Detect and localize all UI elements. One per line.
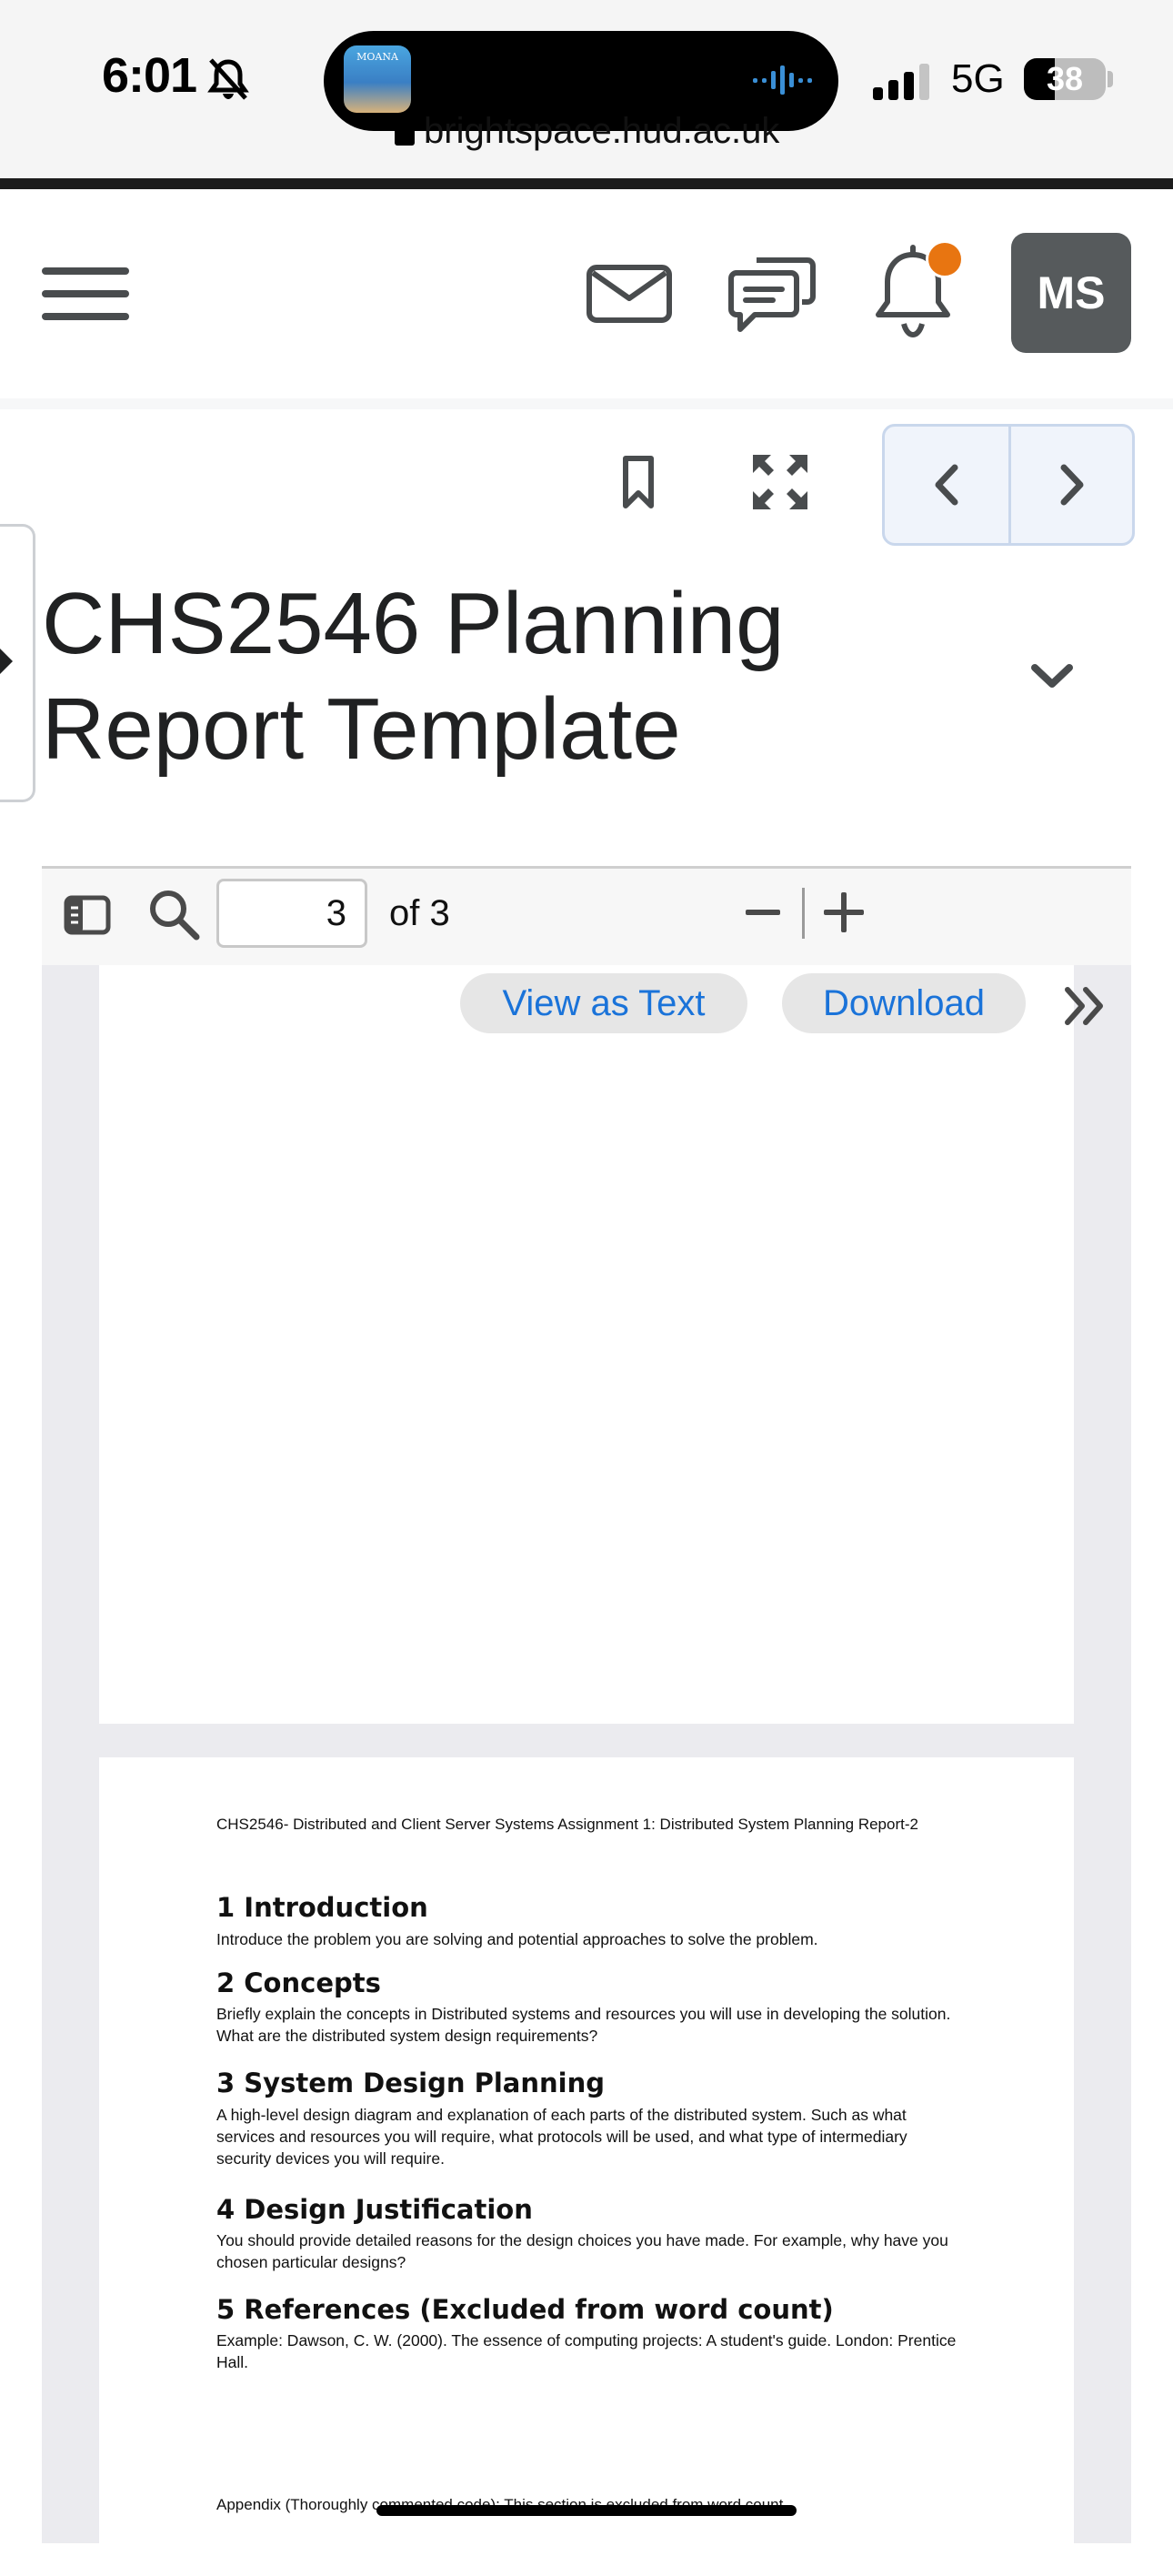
section-heading: 5 References (Excluded from word count) bbox=[216, 2294, 834, 2325]
search-icon[interactable] bbox=[147, 888, 200, 941]
pdf-toolbar bbox=[42, 866, 1131, 968]
view-as-text-button[interactable]: View as Text bbox=[460, 973, 747, 1033]
next-topic-button[interactable] bbox=[1010, 427, 1132, 543]
section-body: A high-level design diagram and explanat… bbox=[216, 2106, 907, 2168]
section-heading: 3 System Design Planning bbox=[216, 2068, 606, 2098]
hamburger-menu-icon[interactable] bbox=[42, 264, 129, 324]
side-panel-toggle[interactable] bbox=[0, 524, 35, 802]
artwork-label: MOANA bbox=[356, 51, 398, 63]
bell-slash-icon bbox=[207, 58, 249, 100]
now-playing-artwork[interactable]: MOANA bbox=[344, 45, 411, 113]
audio-waveform-icon bbox=[753, 65, 812, 95]
sidebar-toggle-icon[interactable] bbox=[64, 895, 111, 935]
home-indicator[interactable] bbox=[376, 2505, 797, 2516]
section-heading: 1 Introduction bbox=[216, 1892, 428, 1923]
network-type: 5G bbox=[951, 56, 1005, 101]
pdf-page-2 bbox=[99, 965, 1074, 1724]
section-body: You should provide detailed reasons for … bbox=[216, 2231, 948, 2271]
previous-topic-button[interactable] bbox=[885, 427, 1011, 543]
battery-percent: 38 bbox=[1046, 60, 1084, 97]
zoom-out-icon[interactable] bbox=[744, 891, 782, 933]
section-body: Introduce the problem you are solving an… bbox=[216, 1930, 818, 1948]
cellular-signal-icon bbox=[873, 64, 929, 100]
section-body: Example: Dawson, C. W. (2000). The essen… bbox=[216, 2331, 957, 2371]
download-button[interactable]: Download bbox=[782, 973, 1026, 1033]
page-count: of 3 bbox=[389, 893, 450, 933]
fullscreen-icon[interactable] bbox=[751, 453, 809, 511]
zoom-in-icon[interactable] bbox=[822, 891, 866, 933]
chevron-right-icon bbox=[1060, 464, 1084, 506]
mail-icon[interactable] bbox=[586, 264, 673, 324]
messages-icon[interactable] bbox=[726, 247, 817, 338]
user-avatar[interactable]: MS bbox=[1011, 233, 1131, 353]
zoom-divider bbox=[802, 888, 805, 939]
chevron-down-icon[interactable] bbox=[1029, 660, 1075, 691]
section-heading: 2 Concepts bbox=[216, 1967, 381, 1998]
notification-badge bbox=[926, 240, 964, 278]
document-header: CHS2546- Distributed and Client Server S… bbox=[216, 1816, 918, 1833]
topic-pager bbox=[882, 424, 1135, 546]
status-time: 6:01 bbox=[102, 48, 197, 103]
page-title: CHS2546 Planning Report Template bbox=[42, 575, 785, 778]
double-chevron-right-icon[interactable] bbox=[1062, 984, 1108, 1028]
page-number-input[interactable] bbox=[216, 879, 367, 948]
chevron-left-icon bbox=[935, 464, 958, 506]
section-body: Briefly explain the concepts in Distribu… bbox=[216, 2005, 951, 2045]
section-heading: 4 Design Justification bbox=[216, 2194, 533, 2225]
bookmark-icon[interactable] bbox=[622, 455, 655, 509]
caret-right-icon bbox=[0, 647, 13, 676]
address-bar-url[interactable]: brightspace.hud.ac.uk bbox=[391, 111, 779, 152]
browser-divider bbox=[0, 178, 1173, 189]
battery-tip bbox=[1108, 71, 1113, 87]
battery-icon: 38 bbox=[1024, 58, 1106, 100]
